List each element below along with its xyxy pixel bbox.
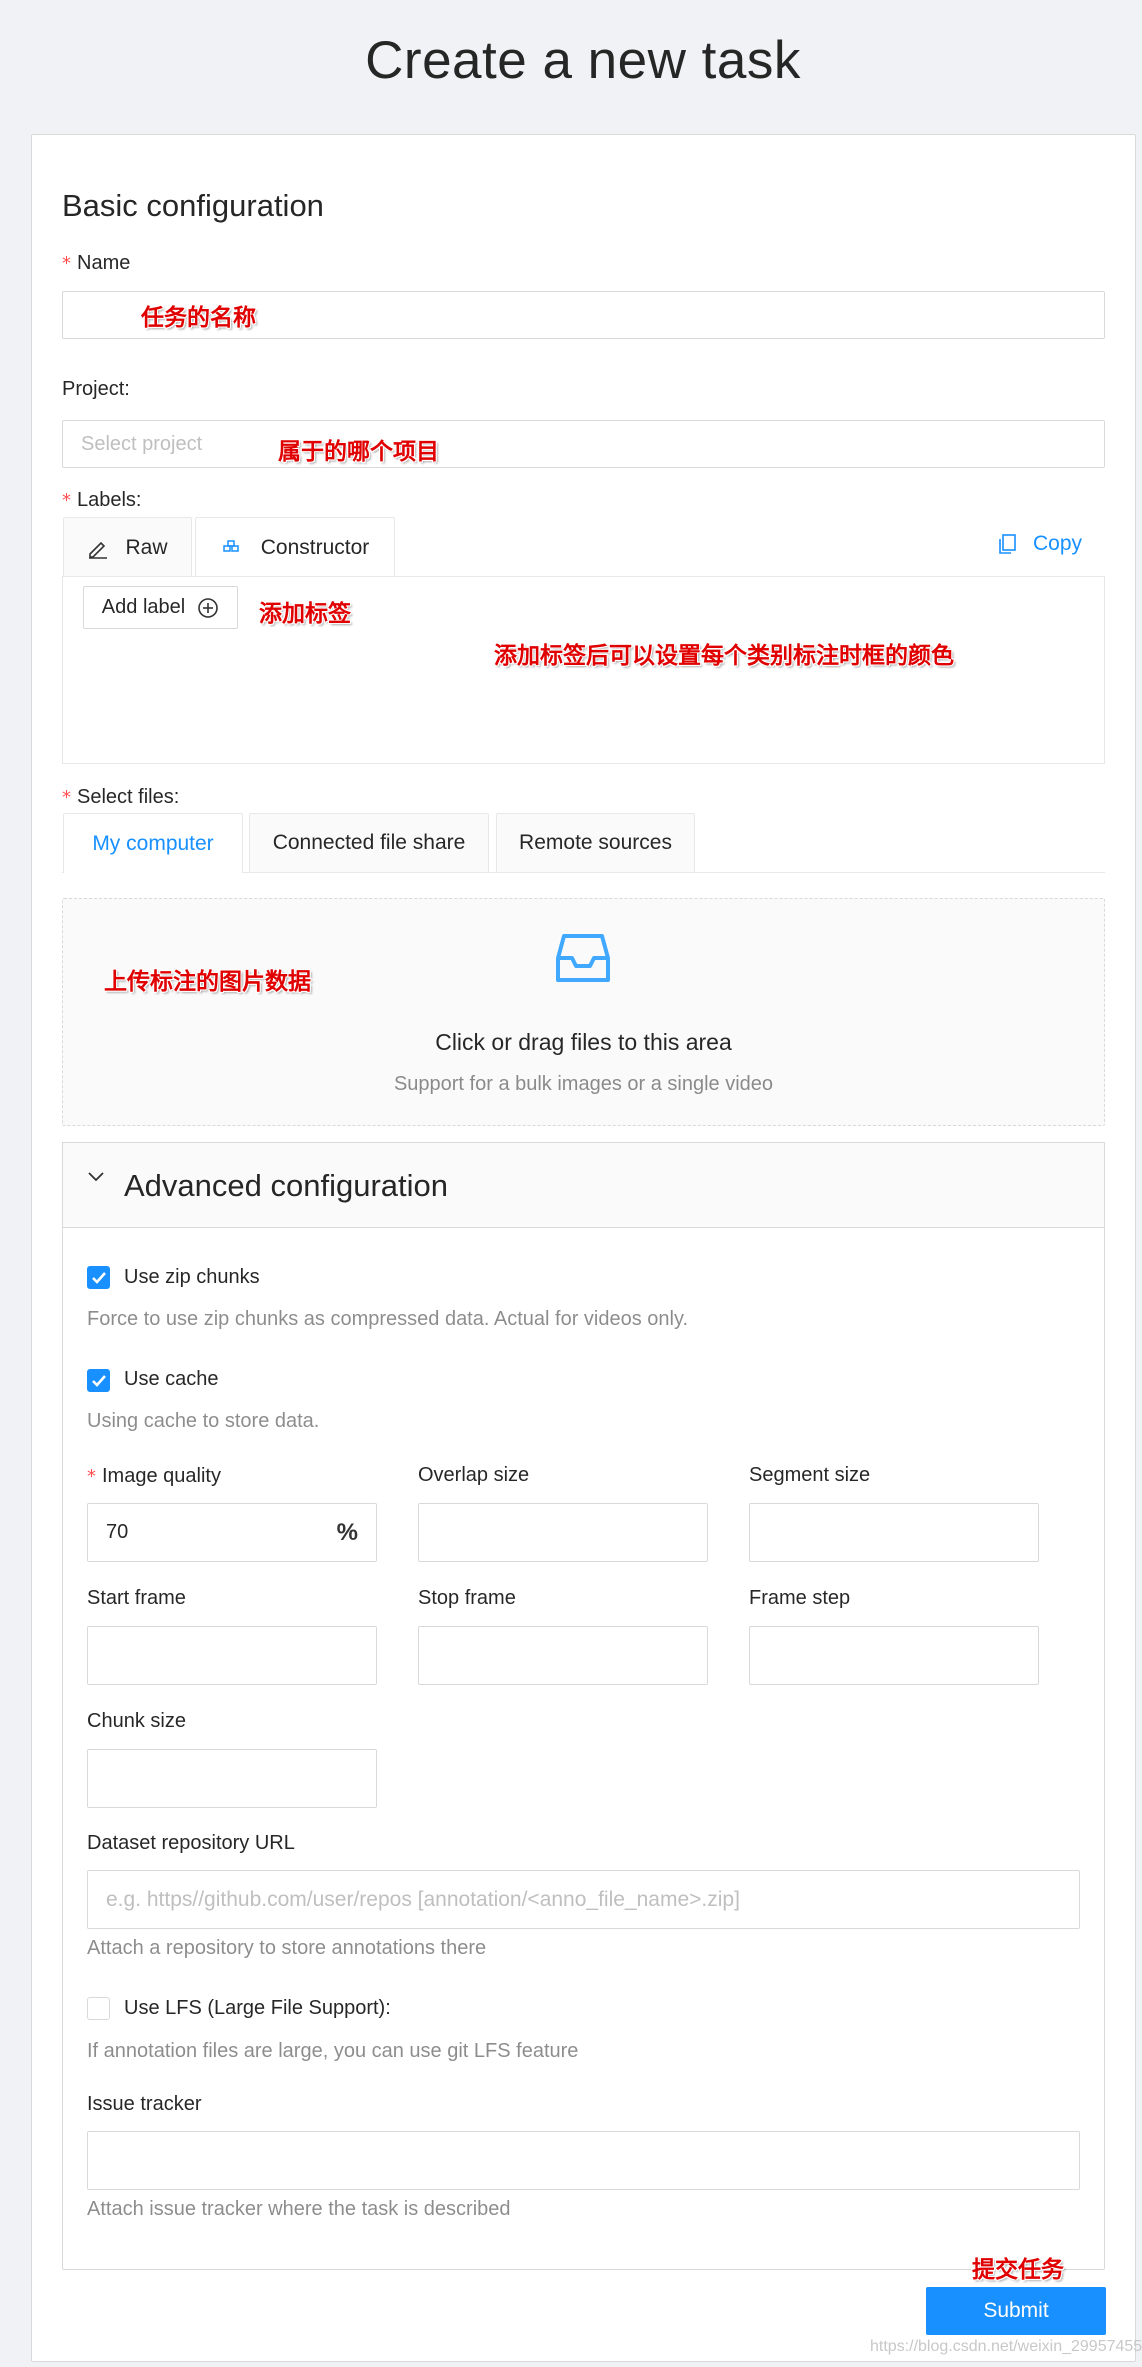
required-mark: * (62, 253, 71, 274)
percent-icon: % (336, 1518, 358, 1546)
copy-button[interactable]: Copy (997, 532, 1082, 556)
tab-remote-sources[interactable]: Remote sources (496, 813, 695, 872)
label-color-annotation: 添加标签后可以设置每个类别标注时框的颜色 (494, 642, 954, 669)
dataset-repo-input[interactable]: e.g. https//github.com/user/repos [annot… (87, 1870, 1080, 1929)
plus-circle-icon (198, 597, 219, 618)
issue-tracker-label: Issue tracker (87, 2093, 202, 2115)
build-icon (222, 540, 239, 552)
required-mark: * (62, 787, 71, 808)
zip-chunks-checkbox[interactable] (87, 1266, 110, 1289)
use-lfs-label: Use LFS (Large File Support): (124, 1997, 391, 2019)
zip-chunks-help: Force to use zip chunks as compressed da… (87, 1308, 689, 1330)
tab-connected-file-share-label: Connected file share (272, 831, 466, 854)
required-mark: * (87, 1466, 96, 1487)
upload-annotation: 上传标注的图片数据 (104, 968, 311, 995)
start-frame-input[interactable] (87, 1626, 377, 1685)
issue-tracker-help: Attach issue tracker where the task is d… (87, 2198, 511, 2220)
project-select[interactable]: Select project (62, 420, 1105, 468)
advanced-configuration-heading: Advanced configuration (124, 1168, 449, 1203)
project-label: Project: (62, 378, 130, 400)
watermark: https://blog.csdn.net/weixin_29957455 (870, 2338, 1142, 2355)
segment-size-label: Segment size (749, 1464, 871, 1486)
tab-constructor[interactable]: Constructor (195, 517, 395, 578)
tab-constructor-label: Constructor (260, 536, 370, 559)
project-annotation: 属于的哪个项目 (278, 438, 439, 465)
tab-my-computer-label: My computer (92, 831, 214, 855)
name-label-text: Name (77, 252, 131, 274)
tab-raw[interactable]: Raw (63, 517, 192, 577)
chunk-size-label: Chunk size (87, 1710, 186, 1732)
project-placeholder: Select project (81, 432, 203, 455)
overlap-size-label: Overlap size (418, 1464, 530, 1486)
image-quality-value: 70 (106, 1521, 129, 1543)
labels-label: * Labels: (62, 489, 142, 512)
copy-label: Copy (1033, 532, 1083, 555)
tab-connected-file-share[interactable]: Connected file share (249, 813, 489, 872)
image-quality-label: * Image quality (87, 1465, 221, 1488)
image-quality-input[interactable]: 70 % (87, 1503, 377, 1562)
dataset-repo-placeholder: e.g. https//github.com/user/repos [annot… (106, 1887, 740, 1911)
dataset-repo-help: Attach a repository to store annotations… (87, 1937, 487, 1959)
overlap-size-input[interactable] (418, 1503, 708, 1562)
select-files-label: * Select files: (62, 786, 179, 809)
stop-frame-input[interactable] (418, 1626, 708, 1685)
use-lfs-checkbox[interactable] (87, 1997, 110, 2020)
use-cache-help: Using cache to store data. (87, 1410, 320, 1432)
drag-hint: Support for a bulk images or a single vi… (393, 1073, 774, 1095)
inbox-icon (556, 934, 610, 982)
frame-step-label: Frame step (749, 1587, 851, 1609)
check-icon (91, 1271, 106, 1284)
stop-frame-label: Stop frame (418, 1587, 516, 1609)
copy-icon (999, 534, 1016, 554)
chunk-size-input[interactable] (87, 1749, 377, 1808)
name-label: * Name (62, 252, 130, 275)
drag-title: Click or drag files to this area (435, 1029, 732, 1055)
page-title: Create a new task (365, 31, 801, 90)
issue-tracker-input[interactable] (87, 2131, 1080, 2190)
use-cache-label: Use cache (124, 1368, 219, 1390)
frame-step-input[interactable] (749, 1626, 1039, 1685)
tab-remote-sources-label: Remote sources (519, 831, 672, 854)
add-label-annotation: 添加标签 (259, 600, 351, 627)
segment-size-input[interactable] (749, 1503, 1039, 1562)
start-frame-label: Start frame (87, 1587, 186, 1609)
tab-raw-label: Raw (125, 535, 168, 559)
labels-label-text: Labels: (77, 489, 142, 511)
use-lfs-help: If annotation files are large, you can u… (87, 2040, 579, 2062)
name-input[interactable]: 任务的名称 (62, 291, 1105, 339)
name-annotation: 任务的名称 (141, 304, 256, 331)
submit-button[interactable]: Submit (926, 2287, 1106, 2335)
add-label-text: Add label (101, 596, 186, 618)
edit-icon (89, 541, 108, 559)
add-label-button[interactable]: Add label (83, 586, 238, 629)
zip-chunks-label: Use zip chunks (124, 1266, 260, 1288)
required-mark: * (62, 490, 71, 511)
use-cache-checkbox[interactable] (87, 1369, 110, 1392)
basic-configuration-heading: Basic configuration (62, 188, 324, 223)
select-files-label-text: Select files: (77, 786, 180, 808)
tab-my-computer[interactable]: My computer (63, 813, 243, 873)
submit-annotation: 提交任务 (972, 2256, 1064, 2283)
chevron-down-icon[interactable] (86, 1170, 106, 1184)
image-quality-label-text: Image quality (102, 1465, 221, 1487)
check-icon (91, 1374, 106, 1387)
dataset-repo-label: Dataset repository URL (87, 1832, 295, 1854)
